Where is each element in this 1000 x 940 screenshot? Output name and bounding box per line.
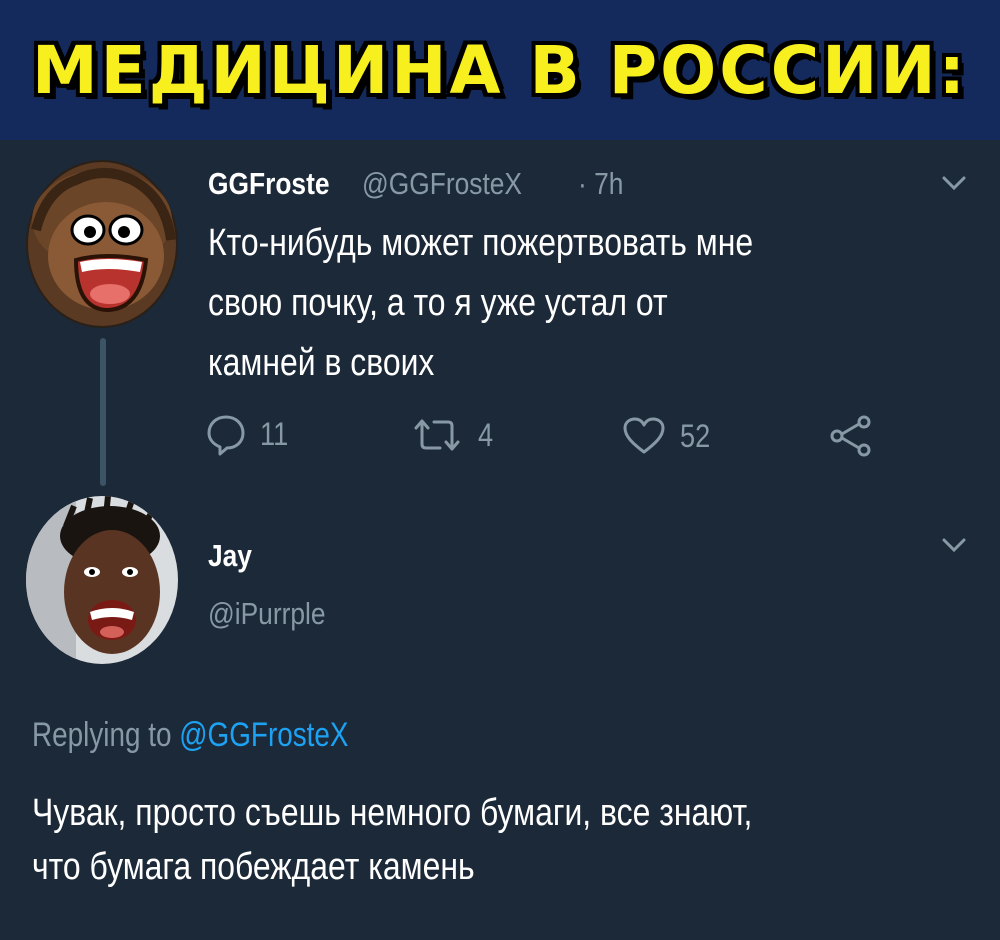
retweet-icon [414,419,460,451]
reply-menu-chevron-icon[interactable] [940,536,968,554]
reply-bubble-icon [207,415,245,456]
share-action[interactable] [828,414,874,458]
tweet-timestamp[interactable]: · 7h [578,166,623,202]
reply-count: 11 [260,415,289,452]
banner-title: МЕДИЦИНА В РОССИИ: [31,31,969,109]
ggfroste-avatar[interactable] [26,160,178,328]
reply-action[interactable]: 11 [206,412,293,456]
tweet-author-name[interactable]: GGFroste [208,166,330,202]
reply-author-handle[interactable]: @iPurrple [208,596,326,632]
tweet-text-line-1: Кто-нибудь может пожертвовать мне [208,222,754,264]
meme-banner: МЕДИЦИНА В РОССИИ: [0,0,1000,140]
thread-connector-line [100,338,106,486]
reply-author-name[interactable]: Jay [208,538,252,574]
tweet-text-line-3: камней в своих [208,342,435,384]
reply-text-line-1: Чувак, просто съешь немного бумаги, все … [32,792,753,834]
jay-avatar[interactable] [26,496,178,664]
like-count: 52 [680,417,711,454]
reply-text-line-2: что бумага побеждает камень [32,846,475,888]
tweet-author-handle[interactable]: @GGFrosteX [362,166,522,202]
tweet-menu-chevron-icon[interactable] [940,174,968,192]
replying-to-label: Replying to [32,716,172,754]
share-icon [830,415,871,457]
tweet-text-line-2: свою почку, а то я уже устал от [208,282,668,324]
retweet-action[interactable]: 4 [410,416,496,454]
retweet-count: 4 [478,416,494,453]
replying-to-mention-link[interactable]: @GGFrosteX [179,716,348,754]
heart-icon [623,417,665,454]
replying-to-line: Replying to @GGFrosteX [32,716,349,755]
like-action[interactable]: 52 [622,416,716,456]
